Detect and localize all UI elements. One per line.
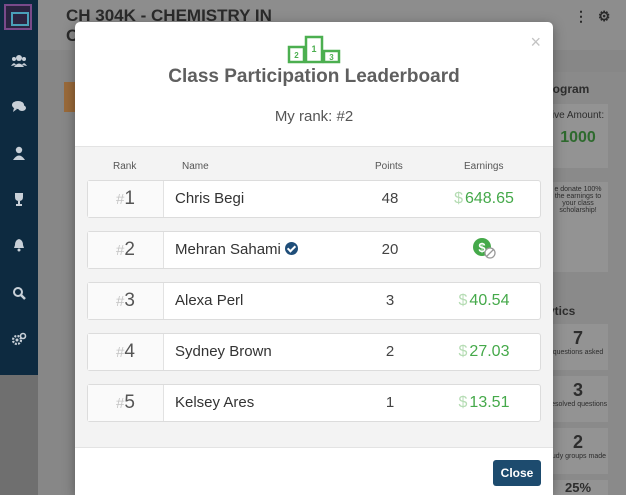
stat-value: 7 xyxy=(572,328,583,348)
earnings-cell: $ xyxy=(428,232,540,273)
table-row: #5 Kelsey Ares 1 $13.51 xyxy=(87,384,541,422)
rank-number: 4 xyxy=(124,341,135,362)
trophy-icon[interactable] xyxy=(0,192,38,209)
earnings-cell: $27.03 xyxy=(428,334,540,370)
sidebar-lower xyxy=(0,375,38,495)
currency-symbol: $ xyxy=(458,292,468,309)
svg-text:1: 1 xyxy=(311,44,316,54)
table-row: #4 Sydney Brown 2 $27.03 xyxy=(87,333,541,371)
currency-symbol: $ xyxy=(458,394,468,411)
earnings-cell: $40.54 xyxy=(428,283,540,319)
rank-number: 2 xyxy=(124,239,135,260)
stat-card: 2 tudy groups made xyxy=(548,428,608,474)
rank-number: 3 xyxy=(124,290,135,311)
svg-text:3: 3 xyxy=(329,53,334,62)
points-cell: 2 xyxy=(385,343,395,360)
users-icon[interactable] xyxy=(0,54,38,71)
more-vertical-icon[interactable]: ⋮ xyxy=(574,8,588,24)
earnings-value: 27.03 xyxy=(469,343,510,360)
points-cell: 1 xyxy=(385,394,395,411)
column-header-points: Points xyxy=(375,161,403,172)
verified-check-icon xyxy=(284,242,298,255)
user-icon[interactable] xyxy=(0,146,38,163)
points-cell: 48 xyxy=(381,190,399,207)
svg-text:2: 2 xyxy=(294,51,299,60)
donate-card: e donate 100% the earnings to your class… xyxy=(548,182,608,272)
search-icon[interactable] xyxy=(0,286,38,303)
rank-cell: #1 xyxy=(88,181,164,217)
settings-gear-icon[interactable]: ⚙ xyxy=(598,8,611,24)
earnings-cell: $648.65 xyxy=(428,181,540,217)
table-row: #2 Mehran Sahami 20 $ xyxy=(87,231,541,269)
close-icon[interactable]: × xyxy=(530,33,541,51)
program-heading: rogram xyxy=(548,82,590,96)
stat-label: resolved questions xyxy=(548,401,608,408)
rank-number: 1 xyxy=(124,188,135,209)
earnings-value: 40.54 xyxy=(469,292,510,309)
column-header-name: Name xyxy=(182,161,209,172)
gears-icon[interactable] xyxy=(0,332,38,349)
leaderboard-table: Rank Name Points Earnings #1 Chris Begi … xyxy=(75,146,553,448)
donate-text: e donate 100% the earnings to your class… xyxy=(554,186,602,214)
name-cell: Kelsey Ares xyxy=(175,394,255,411)
earnings-cell: $13.51 xyxy=(428,385,540,421)
sidebar xyxy=(0,0,38,495)
points-cell: 3 xyxy=(385,292,395,309)
amount-card: ive Amount: 1000 xyxy=(548,104,608,168)
rank-cell: #3 xyxy=(88,283,164,319)
name-cell: Sydney Brown xyxy=(175,343,272,360)
bell-icon[interactable] xyxy=(0,238,38,255)
currency-symbol: $ xyxy=(458,343,468,360)
stat-partial: 25% xyxy=(548,480,608,495)
rank-number: 5 xyxy=(124,392,135,413)
stat-label: questions asked xyxy=(552,349,604,356)
stat-card: 7 questions asked xyxy=(548,324,608,370)
stat-label: tudy groups made xyxy=(549,453,607,460)
currency-symbol: $ xyxy=(454,190,463,207)
name-text: Mehran Sahami xyxy=(175,241,281,258)
stat-value: 3 xyxy=(572,380,583,400)
podium-icon: 2 1 3 xyxy=(287,34,341,69)
table-row: #3 Alexa Perl 3 $40.54 xyxy=(87,282,541,320)
leaderboard-modal: × 2 1 3 Class Participation Leaderboard … xyxy=(75,22,553,495)
stat-value: 2 xyxy=(572,432,583,452)
amount-value: 1000 xyxy=(560,129,596,146)
rank-cell: #5 xyxy=(88,385,164,421)
rank-cell: #4 xyxy=(88,334,164,370)
rank-cell: #2 xyxy=(88,232,164,268)
amount-label: ive Amount: xyxy=(551,110,605,121)
close-button[interactable]: Close xyxy=(493,460,541,486)
column-header-earnings: Earnings xyxy=(464,161,504,172)
column-header-rank: Rank xyxy=(113,161,137,172)
app-logo[interactable] xyxy=(4,4,32,30)
points-cell: 20 xyxy=(381,241,399,258)
name-cell: Chris Begi xyxy=(175,190,245,207)
chat-icon[interactable] xyxy=(0,100,38,117)
table-row: #1 Chris Begi 48 $648.65 xyxy=(87,180,541,218)
header-menu[interactable]: ⋮ ⚙ xyxy=(574,8,610,25)
name-cell: Mehran Sahami xyxy=(175,232,298,268)
name-cell: Alexa Perl xyxy=(175,292,244,309)
earnings-value: 13.51 xyxy=(469,394,510,411)
stat-card: 3 resolved questions xyxy=(548,376,608,422)
modal-title: Class Participation Leaderboard xyxy=(168,66,460,87)
my-rank: My rank: #2 xyxy=(274,108,354,125)
no-money-icon: $ xyxy=(472,237,496,273)
earnings-value: 648.65 xyxy=(464,190,514,207)
